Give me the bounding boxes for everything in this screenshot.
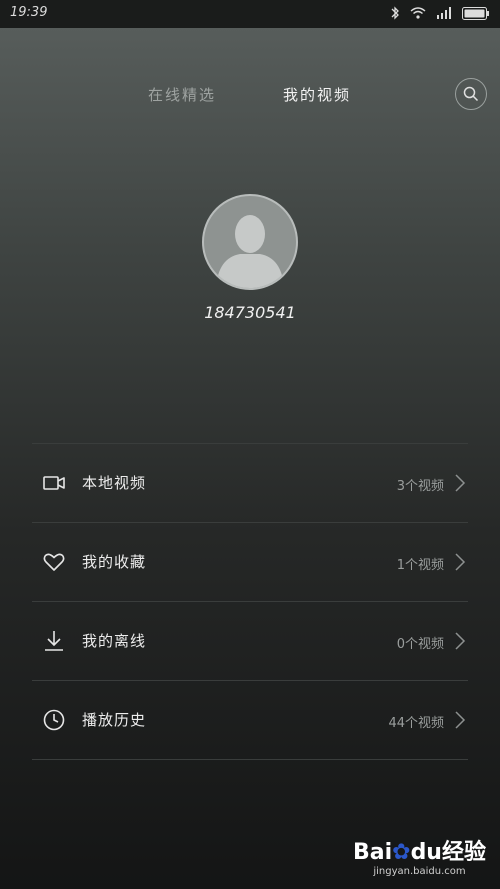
wifi-icon [410, 7, 426, 19]
battery-icon [462, 6, 489, 20]
menu-item-count: 0个视频 [396, 637, 444, 652]
menu-item-count: 1个视频 [396, 558, 444, 573]
baidu-jingyan-watermark: Bai✿du经验 jingyan.baidu.com [353, 834, 486, 877]
menu-item-label: 我的离线 [82, 632, 147, 650]
menu-item-local-videos[interactable]: 本地视频 3个视频 [32, 444, 468, 523]
watermark-url: jingyan.baidu.com [373, 866, 466, 877]
heart-icon [43, 553, 65, 571]
download-icon [45, 631, 63, 651]
chevron-right-icon [455, 474, 466, 492]
username: 184730541 [204, 303, 296, 322]
watermark-logo: Bai✿du经验 [353, 834, 486, 866]
tab-online-picks[interactable]: 在线精选 [148, 84, 216, 105]
status-time: 19:39 [10, 5, 48, 20]
menu-item-label: 播放历史 [82, 711, 147, 729]
menu-item-favorites[interactable]: 我的收藏 1个视频 [32, 523, 468, 602]
menu-item-count: 44个视频 [388, 716, 444, 731]
user-silhouette-icon [216, 215, 284, 288]
status-icons [390, 6, 490, 20]
chevron-right-icon [455, 632, 466, 650]
clock-icon [43, 709, 65, 731]
search-icon [463, 86, 479, 102]
avatar[interactable] [202, 194, 298, 290]
menu-item-offline[interactable]: 我的离线 0个视频 [32, 602, 468, 681]
tab-my-videos[interactable]: 我的视频 [283, 84, 351, 105]
watermark-logo-part-a: Bai [352, 840, 393, 865]
menu-item-count: 3个视频 [396, 479, 444, 494]
watermark-logo-part-c: 经验 [441, 840, 486, 865]
menu-item-label: 本地视频 [82, 474, 147, 492]
bluetooth-icon [391, 6, 399, 20]
menu-item-history[interactable]: 播放历史 44个视频 [32, 681, 468, 760]
search-button[interactable] [455, 78, 487, 110]
signal-icon [437, 7, 451, 19]
chevron-right-icon [455, 553, 466, 571]
menu-item-label: 我的收藏 [82, 553, 147, 571]
chevron-right-icon [455, 711, 466, 729]
paw-icon: ✿ [392, 840, 411, 865]
video-camera-icon [43, 476, 65, 490]
menu-list: 本地视频 3个视频 我的收藏 1个视频 我的离线 0个视频 播放历史 44个视频 [32, 443, 468, 760]
watermark-logo-part-b: du [410, 840, 442, 865]
top-tabs: 在线精选 我的视频 [0, 84, 500, 108]
status-bar: 19:39 [0, 0, 500, 28]
